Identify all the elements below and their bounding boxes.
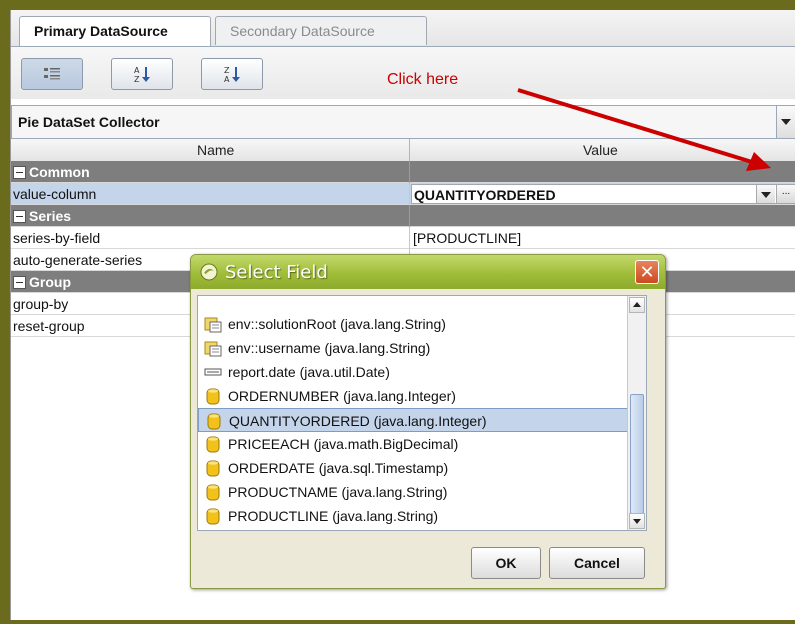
property-value: QUANTITYORDERED — [414, 187, 556, 203]
group-label: Series — [29, 208, 72, 224]
function-icon — [204, 368, 222, 376]
vertical-scrollbar[interactable] — [627, 296, 646, 530]
svg-text:Z: Z — [224, 66, 230, 75]
datasource-tabbar: Primary DataSource Secondary DataSource — [11, 10, 795, 47]
list-item-selected[interactable]: QUANTITYORDERED (java.lang.Integer) — [198, 408, 642, 432]
database-field-icon — [206, 388, 220, 405]
list-item[interactable]: PRICEEACH (java.math.BigDecimal) — [198, 432, 642, 456]
cell-divider — [409, 161, 410, 183]
scroll-down-icon[interactable] — [629, 513, 645, 529]
group-label: Group — [29, 274, 71, 290]
property-row-value-column[interactable]: value-column QUANTITYORDERED ... — [11, 183, 795, 205]
column-header-value: Value — [583, 142, 618, 158]
cell-divider — [409, 227, 410, 249]
collapse-icon[interactable] — [13, 210, 26, 223]
svg-text:Z: Z — [134, 75, 140, 83]
env-icon — [204, 296, 222, 311]
dialog-titlebar[interactable]: Select Field ✕ — [191, 255, 665, 289]
database-field-icon — [207, 413, 221, 430]
sort-descending-icon: Z A — [224, 66, 240, 83]
database-field-icon — [206, 484, 220, 501]
close-icon[interactable]: ✕ — [635, 260, 659, 284]
svg-text:A: A — [134, 66, 140, 75]
property-name: series-by-field — [13, 230, 101, 246]
chevron-down-icon[interactable] — [776, 106, 795, 138]
list-item[interactable]: ORDERDATE (java.sql.Timestamp) — [198, 456, 642, 480]
categorized-view-icon — [44, 68, 60, 80]
select-field-dialog: Select Field ✕ env::solutionRoot (java.l… — [190, 254, 666, 589]
column-header-name: Name — [197, 142, 235, 158]
column-divider[interactable] — [409, 139, 410, 161]
property-row-series-by-field[interactable]: series-by-field [PRODUCTLINE] — [11, 227, 795, 249]
collapse-icon[interactable] — [13, 276, 26, 289]
scroll-thumb[interactable] — [630, 394, 644, 514]
sort-ascending-button[interactable]: A Z — [111, 58, 173, 90]
cell-divider — [409, 183, 410, 205]
env-icon — [204, 341, 222, 357]
database-field-icon — [206, 460, 220, 477]
grid-header: Name Value — [11, 139, 795, 162]
scroll-up-icon[interactable] — [629, 297, 645, 313]
list-item[interactable]: report.date (java.util.Date) — [198, 360, 642, 384]
property-name: reset-group — [13, 318, 85, 334]
collector-selected-value: Pie DataSet Collector — [18, 114, 160, 130]
field-list[interactable]: env::solutionRoot (java.lang.String) env… — [197, 295, 647, 531]
pentaho-logo-icon — [200, 263, 218, 281]
group-label: Common — [29, 164, 90, 180]
env-icon — [204, 317, 222, 333]
cancel-button[interactable]: Cancel — [549, 547, 645, 579]
list-item[interactable]: ORDERNUMBER (java.lang.Integer) — [198, 384, 642, 408]
svg-text:A: A — [224, 75, 230, 83]
property-name: group-by — [13, 296, 69, 312]
ok-button[interactable]: OK — [471, 547, 541, 579]
sort-descending-button[interactable]: Z A — [201, 58, 263, 90]
property-name: auto-generate-series — [13, 252, 143, 268]
tab-secondary-datasource[interactable]: Secondary DataSource — [215, 16, 427, 45]
group-row-common[interactable]: Common — [11, 161, 795, 183]
list-item[interactable]: PRODUCTNAME (java.lang.String) — [198, 480, 642, 504]
dropdown-arrow-icon[interactable] — [756, 185, 775, 203]
database-field-icon — [206, 436, 220, 453]
dialog-title: Select Field — [225, 262, 328, 283]
categorized-view-button[interactable] — [21, 58, 83, 90]
value-column-editor[interactable]: QUANTITYORDERED ... — [411, 184, 795, 204]
group-row-series[interactable]: Series — [11, 205, 795, 227]
list-item[interactable]: env::solutionRoot (java.lang.String) — [198, 312, 642, 336]
collapse-icon[interactable] — [13, 166, 26, 179]
tab-primary-datasource[interactable]: Primary DataSource — [19, 16, 211, 46]
annotation-text: Click here — [387, 71, 459, 88]
collector-combobox[interactable]: Pie DataSet Collector — [11, 105, 795, 139]
cell-divider — [409, 205, 410, 227]
list-item[interactable]: env::username (java.lang.String) — [198, 336, 642, 360]
database-field-icon — [206, 508, 220, 525]
ellipsis-button[interactable]: ... — [776, 185, 795, 203]
property-value[interactable]: [PRODUCTLINE] — [413, 230, 521, 246]
property-name: value-column — [13, 186, 97, 202]
list-item[interactable]: PRODUCTLINE (java.lang.String) — [198, 504, 642, 528]
sort-ascending-icon: A Z — [134, 66, 150, 83]
